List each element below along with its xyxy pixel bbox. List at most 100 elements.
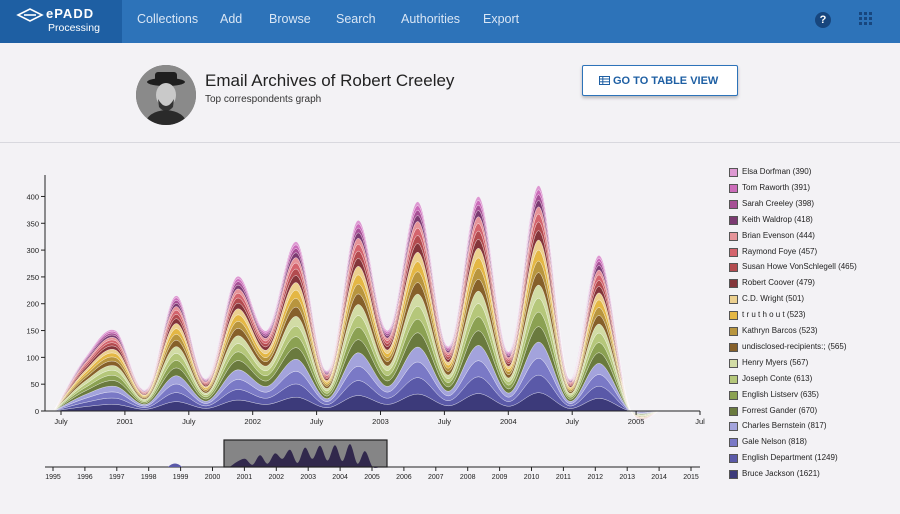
legend-label: Charles Bernstein (817) — [742, 421, 827, 431]
overview-tick-label: 2000 — [205, 474, 221, 481]
legend-label: English Department (1249) — [742, 453, 838, 463]
brand-name: ePADD — [46, 6, 95, 21]
y-tick-label: 300 — [26, 246, 39, 255]
table-view-button[interactable]: GO TO TABLE VIEW — [582, 65, 738, 96]
page-subtitle: Top correspondents graph — [205, 94, 322, 105]
top-navbar: ePADD Processing Collections Add Browse … — [0, 0, 900, 43]
legend-label: C.D. Wright (501) — [742, 294, 805, 304]
legend-label: Raymond Foye (457) — [742, 246, 818, 256]
x-tick-label: July — [182, 417, 196, 426]
legend-label: Forrest Gander (670) — [742, 405, 818, 415]
legend-swatch — [729, 295, 738, 305]
page-title: Email Archives of Robert Creeley — [205, 71, 455, 90]
overview-tick-label: 1998 — [141, 474, 157, 481]
legend-label: undisclosed-recipients:; (565) — [742, 341, 847, 351]
overview-tick-label: 1996 — [77, 474, 93, 481]
page-header: Email Archives of Robert Creeley Top cor… — [0, 43, 900, 143]
legend-swatch — [729, 327, 738, 336]
correspondents-chart: 0 50 100 150 200 250 300 350 400 July 2001 July 2002… — [26, 175, 705, 426]
overview-tick-label: 2014 — [651, 474, 667, 481]
x-tick-label: Jul — [695, 417, 705, 426]
help-icon[interactable]: ? — [815, 12, 831, 28]
overview-area-1999 — [168, 463, 182, 467]
overview-tick-label: 2008 — [460, 474, 476, 481]
overview-tick-label: 2004 — [332, 474, 348, 481]
x-tick-label: July — [54, 417, 68, 426]
legend-label: Tom Raworth (391) — [742, 182, 811, 192]
overview-tick-label: 2007 — [428, 474, 444, 481]
legend-swatch — [729, 374, 738, 384]
legend-label: Elsa Dorfman (390) — [742, 167, 812, 176]
brand[interactable]: ePADD Processing — [0, 0, 122, 43]
legend-label: Joseph Conte (613) — [742, 373, 813, 383]
legend-swatch — [729, 263, 738, 273]
legend-swatch — [729, 231, 738, 241]
legend-swatch — [729, 279, 738, 289]
brand-subtitle: Processing — [48, 22, 100, 34]
area-layers — [54, 185, 661, 421]
legend-label: Robert Coover (479) — [742, 278, 815, 288]
apps-grid-icon[interactable] — [859, 12, 873, 26]
legend-swatch — [729, 454, 738, 464]
y-tick-label: 200 — [26, 300, 39, 309]
nav-authorities[interactable]: Authorities — [401, 12, 460, 26]
legend-swatch — [729, 438, 738, 448]
overview-tick-label: 2005 — [364, 474, 380, 481]
y-tick-label: 400 — [26, 192, 39, 201]
nav-collections[interactable]: Collections — [137, 12, 198, 26]
nav-export[interactable]: Export — [483, 12, 519, 26]
brush-selection — [223, 439, 388, 468]
legend-swatch — [729, 215, 738, 225]
x-tick-label: July — [566, 417, 580, 426]
y-tick-label: 150 — [26, 327, 39, 336]
overview-tick-label: 2012 — [588, 474, 604, 481]
legend-swatch — [729, 247, 738, 257]
nav-browse[interactable]: Browse — [269, 12, 311, 26]
x-tick-label: 2002 — [244, 417, 261, 426]
legend-swatch — [729, 168, 738, 177]
legend-swatch — [729, 422, 738, 432]
legend-swatch — [729, 406, 738, 416]
x-tick-label: July — [310, 417, 324, 426]
y-tick-label: 100 — [26, 353, 39, 362]
overview-tick-label: 1999 — [173, 474, 189, 481]
overview-tick-label: 2003 — [300, 474, 316, 481]
y-tick-label: 50 — [31, 380, 39, 389]
legend-label: Bruce Jackson (1621) — [742, 469, 820, 479]
x-tick-label: July — [438, 417, 452, 426]
legend-swatch — [729, 470, 738, 480]
overview-tick-label: 2001 — [237, 474, 253, 481]
y-tick-label: 0 — [35, 407, 39, 416]
table-view-label: GO TO TABLE VIEW — [613, 75, 719, 87]
nav-add[interactable]: Add — [220, 12, 242, 26]
table-icon — [599, 76, 610, 85]
overview-tick-label: 2006 — [396, 474, 412, 481]
legend-label: Keith Waldrop (418) — [742, 214, 813, 224]
legend-label: Kathryn Barcos (523) — [742, 326, 818, 335]
overview-tick-label: 2010 — [524, 474, 540, 481]
y-tick-label: 350 — [26, 219, 39, 228]
overview-tick-label: 2002 — [269, 474, 285, 481]
legend-swatch — [729, 199, 738, 209]
overview-tick-label: 1997 — [109, 474, 125, 481]
epadd-logo-icon — [16, 8, 44, 22]
legend-label: Gale Nelson (818) — [742, 437, 807, 447]
overview-tick-label: 2011 — [556, 474, 571, 481]
x-tick-label: 2001 — [117, 417, 134, 426]
legend-swatch — [729, 390, 738, 400]
overview-tick-label: 2013 — [619, 474, 635, 481]
legend-label: Brian Evenson (444) — [742, 230, 815, 240]
legend-label: English Listserv (635) — [742, 389, 819, 399]
x-tick-label: 2003 — [372, 417, 389, 426]
legend-swatch — [729, 342, 738, 352]
legend-swatch — [729, 311, 738, 321]
overview-tick-label: 2009 — [492, 474, 508, 481]
photo-avatar — [136, 65, 196, 125]
overview-timeline[interactable]: 1995 1996 1997 1998 1999 2000 2001 2002 2003 2004… — [0, 436, 720, 486]
legend-label: Henry Myers (567) — [742, 357, 809, 367]
nav-search[interactable]: Search — [336, 12, 376, 26]
legend-swatch — [729, 183, 738, 193]
x-tick-label: 2004 — [500, 417, 517, 426]
legend-swatch — [729, 358, 738, 368]
legend-label: t r u t h o u t (523) — [742, 310, 806, 320]
